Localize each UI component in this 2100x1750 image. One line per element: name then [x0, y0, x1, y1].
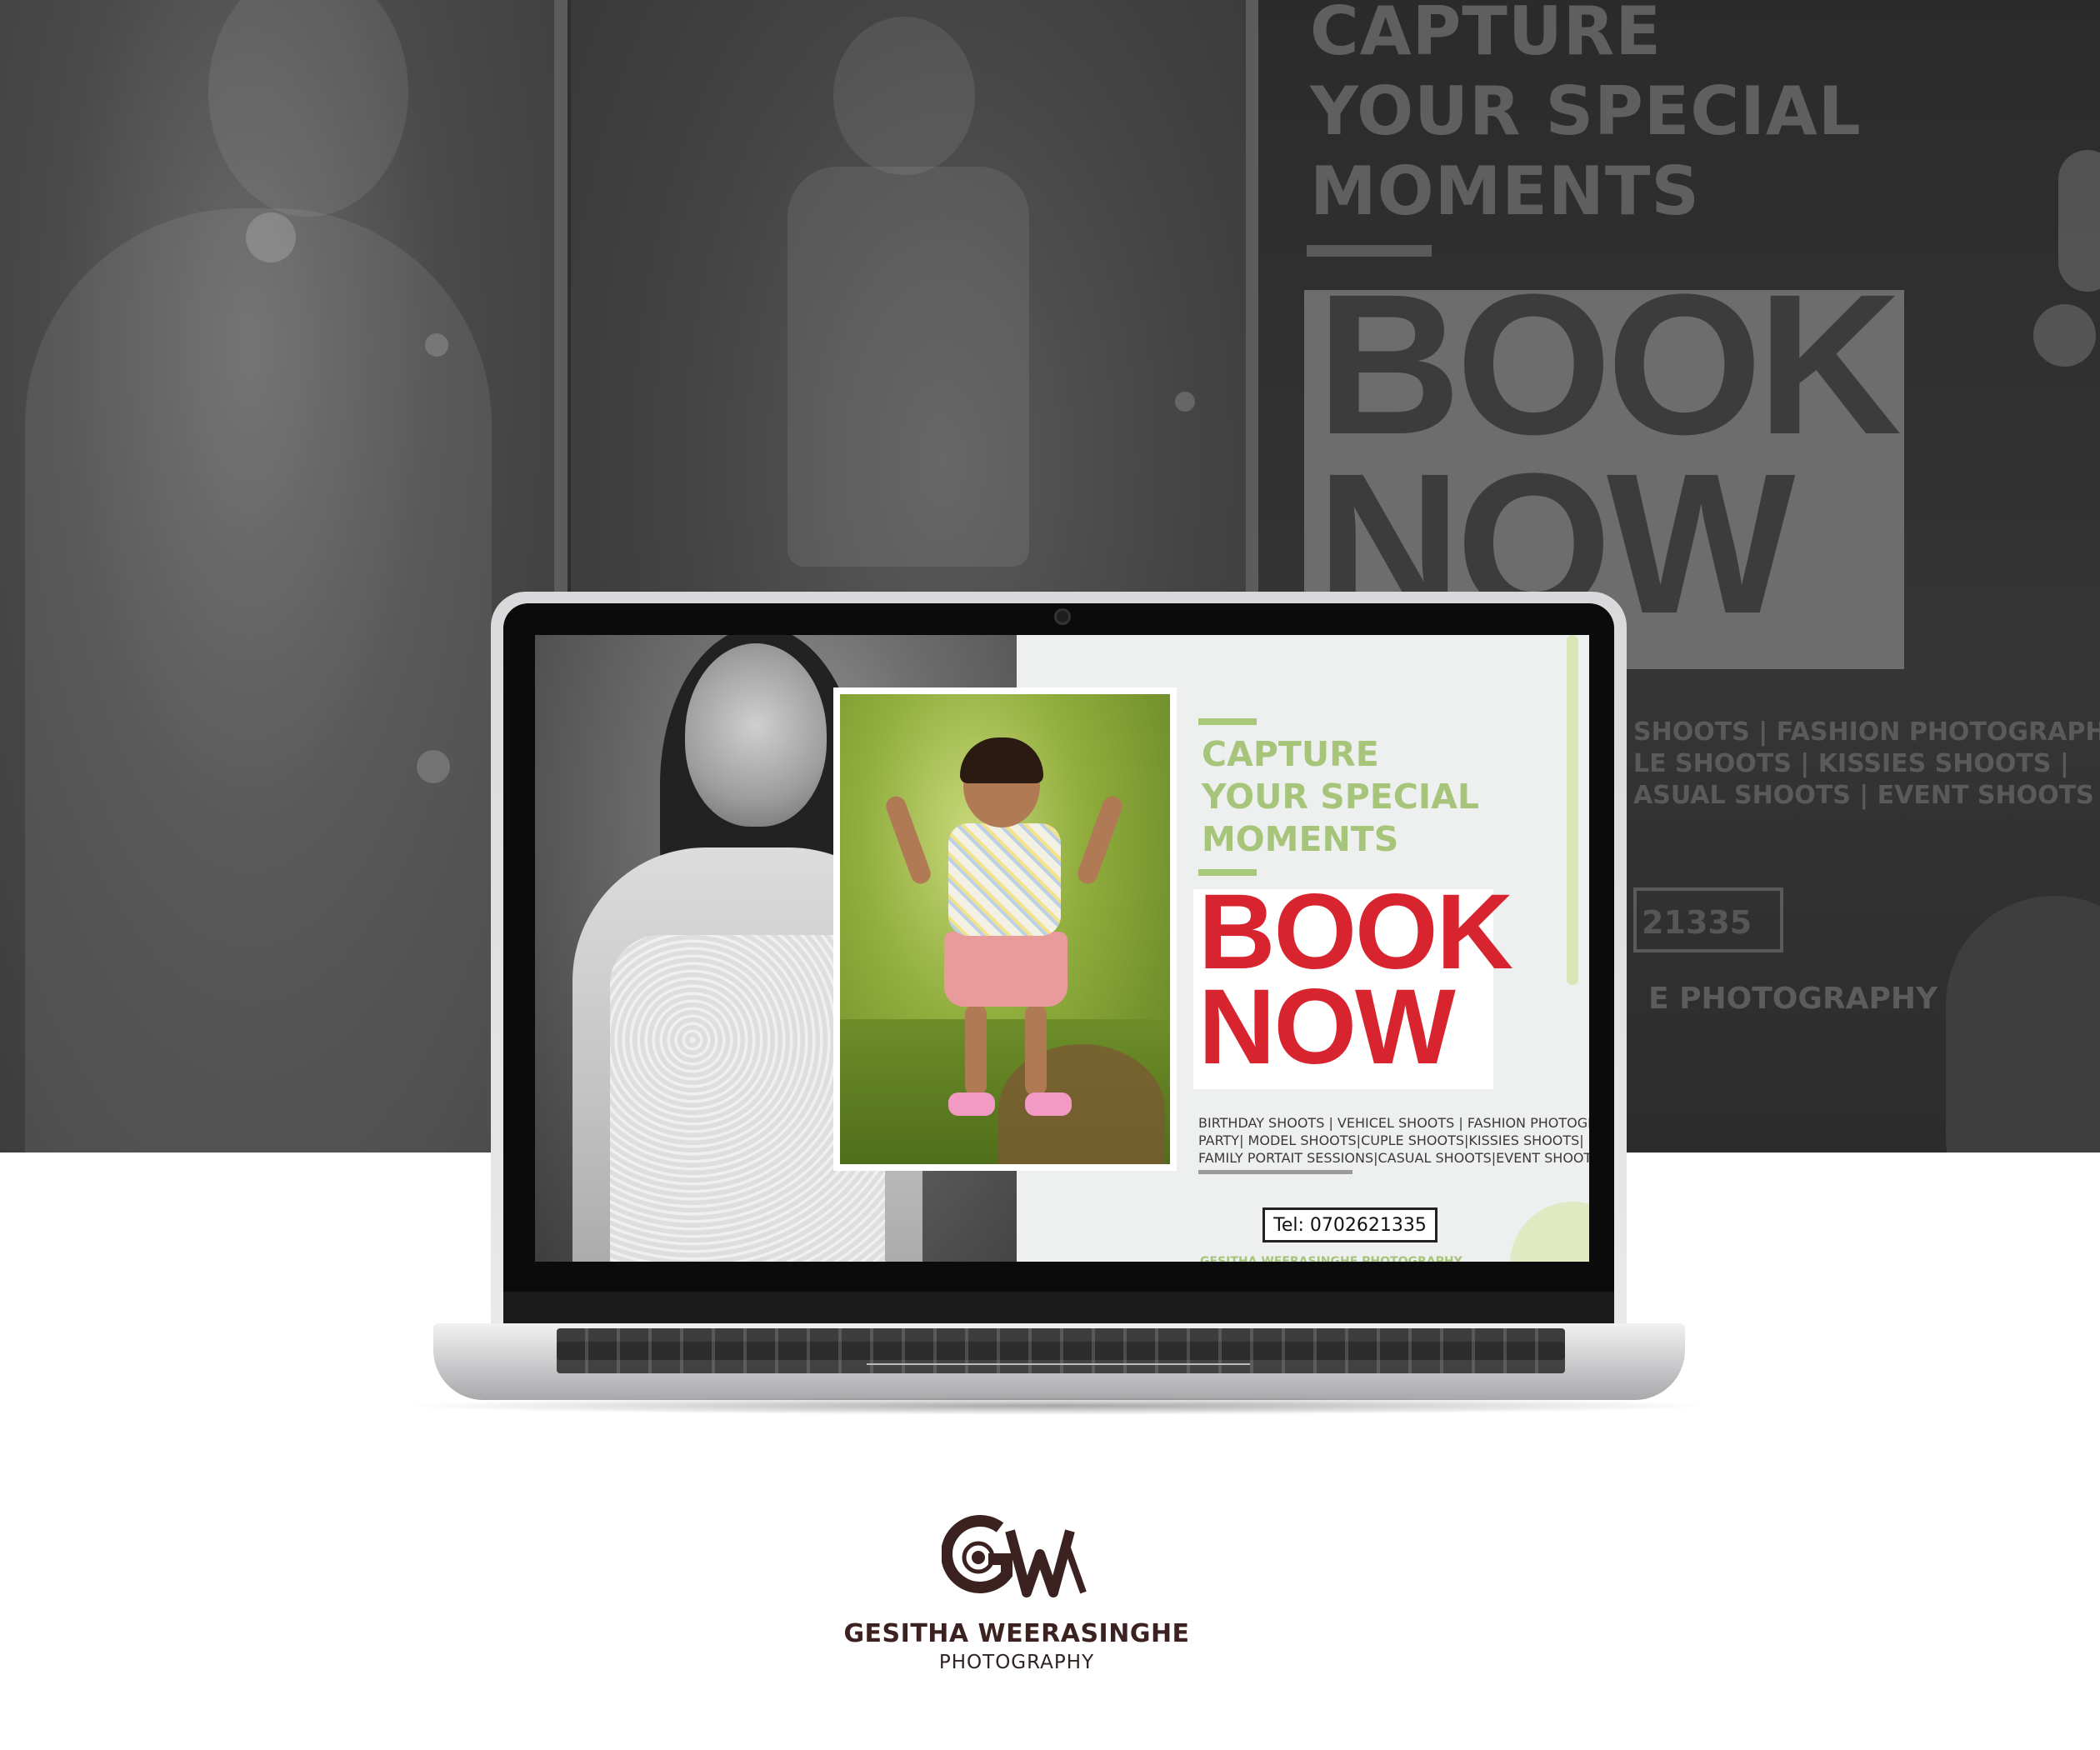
- laptop-chin: [503, 1292, 1614, 1323]
- green-accent-strip: [1567, 635, 1578, 985]
- services-rule: [1198, 1170, 1352, 1174]
- woman-body-silhouette: [25, 208, 492, 1152]
- brand-subtitle: PHOTOGRAPHY: [938, 1652, 1095, 1673]
- child-body-silhouette: [788, 167, 1029, 567]
- background-book-now: BOOK NOW: [1317, 252, 1902, 655]
- woman-face: [685, 643, 827, 827]
- background-tel: 21335: [1642, 904, 1752, 941]
- services-list: BIRTHDAY SHOOTS | VEHICEL SHOOTS | FASHI…: [1198, 1115, 1589, 1166]
- child-skirt: [944, 932, 1068, 1007]
- child-leg: [1025, 1004, 1047, 1096]
- child-shoe: [1025, 1092, 1072, 1116]
- child-shirt: [948, 823, 1061, 936]
- trackpad: [867, 1363, 1250, 1387]
- bokeh-bubble: [246, 212, 296, 262]
- capture-heading: CAPTURE YOUR SPECIAL MOMENTS: [1202, 734, 1480, 859]
- bokeh-bubble: [2058, 150, 2100, 292]
- child-shoe: [948, 1092, 995, 1116]
- child-photo: [840, 694, 1170, 1164]
- bokeh-bubble: [2033, 304, 2096, 367]
- telephone-box[interactable]: Tel: 0702621335: [1262, 1208, 1438, 1242]
- child-arm: [882, 793, 934, 887]
- gw-camera-logo-icon: [942, 1515, 1087, 1598]
- background-photography: E PHOTOGRAPHY: [1648, 982, 1938, 1016]
- screen-footer-text: GESITHA WEERASINGHE PHOTOGRAPHY: [1200, 1255, 1462, 1262]
- bokeh-bubble: [1175, 392, 1195, 412]
- background-heading: CAPTURE YOUR SPECIAL MOMENTS: [1310, 0, 1862, 230]
- bokeh-bubble: [417, 750, 450, 783]
- background-services: SHOOTS | FASHION PHOTOGRAPHY LE SHOOTS |…: [1633, 718, 2100, 810]
- woman-head-silhouette: [208, 0, 408, 217]
- webcam-icon: [1054, 608, 1071, 625]
- laptop-screen: CAPTURE YOUR SPECIAL MOMENTS BOOK NOW BI…: [535, 635, 1589, 1262]
- child-hair: [960, 738, 1043, 783]
- background-photo-woman: [0, 0, 554, 1152]
- laptop-shadow: [400, 1397, 1717, 1415]
- heading-rule-top: [1198, 718, 1257, 725]
- child-arm: [1074, 793, 1126, 887]
- bokeh-bubble: [425, 333, 448, 357]
- brand-name: GESITHA WEERASINGHE: [843, 1619, 1190, 1648]
- green-accent-circle: [1510, 1202, 1589, 1262]
- book-now-title[interactable]: BOOK NOW: [1198, 879, 1513, 1081]
- child-head-silhouette: [833, 17, 975, 175]
- child-leg: [965, 1004, 987, 1096]
